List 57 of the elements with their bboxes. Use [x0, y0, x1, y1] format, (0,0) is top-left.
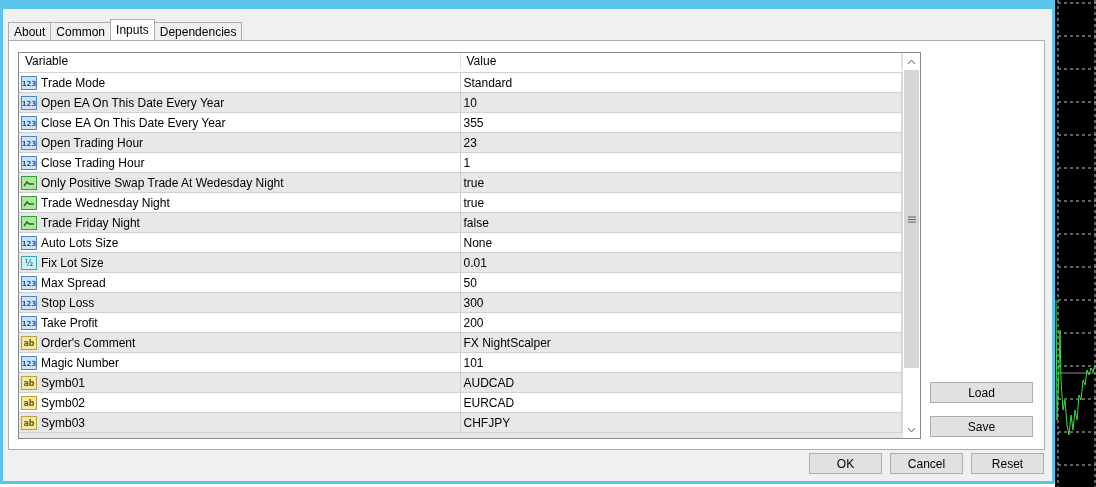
variable-name: Order's Comment — [41, 335, 136, 350]
text-type-icon: ab — [21, 375, 37, 390]
variable-name: Max Spread — [41, 275, 106, 290]
variable-name: Take Profit — [41, 315, 98, 330]
variable-name: Symb01 — [41, 375, 86, 390]
toggle-icon — [21, 195, 37, 210]
value-cell[interactable]: 1 — [463, 155, 471, 170]
grip-icon — [907, 215, 916, 223]
chevron-down-icon[interactable] — [907, 426, 916, 433]
value-cell[interactable]: 355 — [463, 115, 484, 130]
variable-name: Trade Wednesday Night — [41, 195, 170, 210]
value-cell[interactable]: Standard — [463, 75, 513, 90]
value-cell[interactable]: 23 — [463, 135, 477, 150]
value-cell[interactable]: 101 — [463, 355, 484, 370]
dialog-button[interactable]: Reset — [971, 453, 1044, 474]
value-cell[interactable]: 0.01 — [463, 255, 487, 270]
scrollbar[interactable] — [902, 53, 920, 438]
value-cell[interactable]: true — [463, 195, 485, 210]
variable-name: Open EA On This Date Every Year — [41, 95, 225, 110]
tab[interactable]: Dependencies — [153, 22, 243, 40]
variable-name: Trade Mode — [41, 75, 106, 90]
number-type-icon: ½ — [21, 255, 37, 270]
value-cell[interactable]: FX NightScalper — [463, 335, 551, 350]
variable-name: Symb02 — [41, 395, 86, 410]
text-type-icon: ab — [21, 395, 37, 410]
tab[interactable]: Inputs — [110, 19, 155, 40]
value-cell[interactable]: true — [463, 175, 485, 190]
tab[interactable]: About — [8, 22, 52, 40]
variable-name: Trade Friday Night — [41, 215, 140, 230]
side-button[interactable]: Save — [930, 416, 1033, 437]
variable-name: Fix Lot Size — [41, 255, 104, 270]
variable-name: Symb03 — [41, 415, 86, 430]
value-cell[interactable]: 200 — [463, 315, 484, 330]
value-cell[interactable]: false — [463, 215, 489, 230]
chevron-up-icon[interactable] — [907, 58, 916, 65]
text-type-icon: ab — [21, 335, 37, 350]
variable-name: Magic Number — [41, 355, 120, 370]
variable-name: Open Trading Hour — [41, 135, 144, 150]
dialog-button[interactable]: Cancel — [890, 453, 963, 474]
value-cell[interactable]: 10 — [463, 95, 477, 110]
variable-name: Stop Loss — [41, 295, 95, 310]
value-cell[interactable]: CHFJPY — [463, 415, 511, 430]
value-cell[interactable]: AUDCAD — [463, 375, 515, 390]
side-button[interactable]: Load — [930, 382, 1033, 403]
variable-name: Auto Lots Size — [41, 235, 119, 250]
value-cell[interactable]: 50 — [463, 275, 477, 290]
scroll-thumb[interactable] — [904, 70, 919, 368]
toggle-icon — [21, 215, 37, 230]
value-cell[interactable]: EURCAD — [463, 395, 515, 410]
variable-name: Only Positive Swap Trade At Wedesday Night — [41, 175, 284, 190]
dialog-button[interactable]: OK — [809, 453, 882, 474]
value-cell[interactable]: 300 — [463, 295, 484, 310]
value-cell[interactable]: None — [463, 235, 493, 250]
variable-name: Close EA On This Date Every Year — [41, 115, 226, 130]
variable-name: Close Trading Hour — [41, 155, 145, 170]
text-type-icon: ab — [21, 415, 37, 430]
toggle-icon — [21, 175, 37, 190]
